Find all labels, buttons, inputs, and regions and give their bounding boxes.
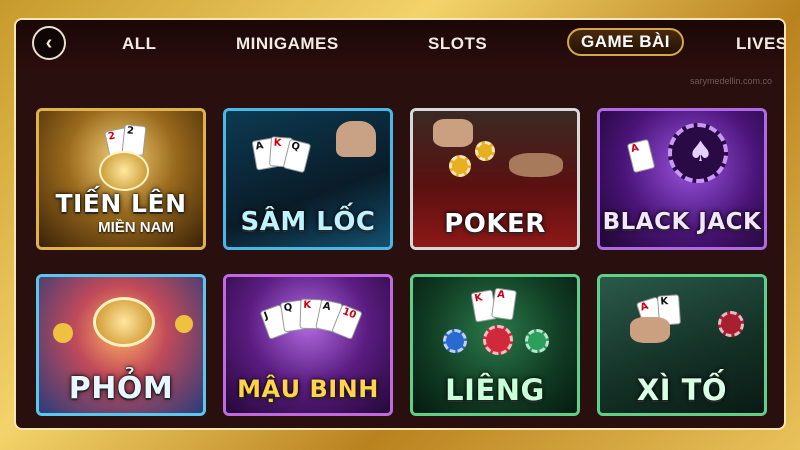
gold-coin-icon (175, 315, 193, 333)
game-title: BLACK JACK (602, 209, 762, 235)
game-title: SÂM LỐC (240, 207, 376, 237)
hand-illustration (509, 153, 563, 177)
tab-game-bai[interactable]: GAME BÀI (567, 28, 684, 56)
tab-slots[interactable]: SLOTS (428, 30, 487, 58)
game-card-sam-loc[interactable]: A K Q SÂM LỐC (223, 108, 393, 250)
game-title: LIÊNG (445, 373, 545, 407)
game-title: PHỎM (68, 371, 174, 406)
watermark-text: sarymedellin.com.co (689, 76, 772, 86)
gold-coin-stack-icon (93, 297, 155, 347)
back-button[interactable]: ‹ (32, 26, 66, 60)
game-card-lieng[interactable]: K A LIÊNG (410, 274, 580, 416)
poker-chip-icon (443, 329, 467, 353)
hand-illustration (336, 121, 376, 157)
game-card-black-jack[interactable]: ♠ A BLACK JACK (597, 108, 767, 250)
gold-coin-icon (53, 323, 73, 343)
poker-chip-icon (718, 311, 744, 337)
game-title: TIẾN LÊN (55, 189, 187, 218)
game-card-tien-len[interactable]: 2 2 TIẾN LÊN MIỀN NAM (36, 108, 206, 250)
tab-lives[interactable]: LIVES (736, 30, 784, 58)
game-title: XÌ TỐ (636, 373, 728, 407)
back-arrow-icon: ‹ (45, 31, 53, 54)
hand-illustration (433, 119, 473, 147)
poker-chip-icon (449, 155, 471, 177)
game-card-phom[interactable]: PHỎM (36, 274, 206, 416)
playing-card-icon: A (626, 138, 656, 174)
tab-all[interactable]: ALL (122, 30, 157, 58)
clover-emblem-icon (99, 151, 149, 191)
game-subtitle: MIỀN NAM (98, 219, 174, 236)
game-lobby-panel: ‹ ALL MINIGAMES SLOTS GAME BÀI LIVES sar… (14, 18, 786, 430)
playing-card-icon: A (491, 287, 517, 321)
poker-chip-icon (475, 141, 495, 161)
poker-chip-icon (483, 325, 513, 355)
hand-illustration (630, 317, 670, 343)
category-nav-bar: ‹ ALL MINIGAMES SLOTS GAME BÀI LIVES (16, 20, 784, 68)
game-card-poker[interactable]: POKER (410, 108, 580, 250)
game-title: MẬU BINH (237, 375, 379, 403)
game-card-xi-to[interactable]: A K XÌ TỐ (597, 274, 767, 416)
spade-icon: ♠ (688, 135, 714, 168)
tab-minigames[interactable]: MINIGAMES (236, 30, 339, 58)
game-title: POKER (444, 209, 546, 239)
game-card-mau-binh[interactable]: J Q K A 10 MẬU BINH (223, 274, 393, 416)
poker-chip-icon (525, 329, 549, 353)
